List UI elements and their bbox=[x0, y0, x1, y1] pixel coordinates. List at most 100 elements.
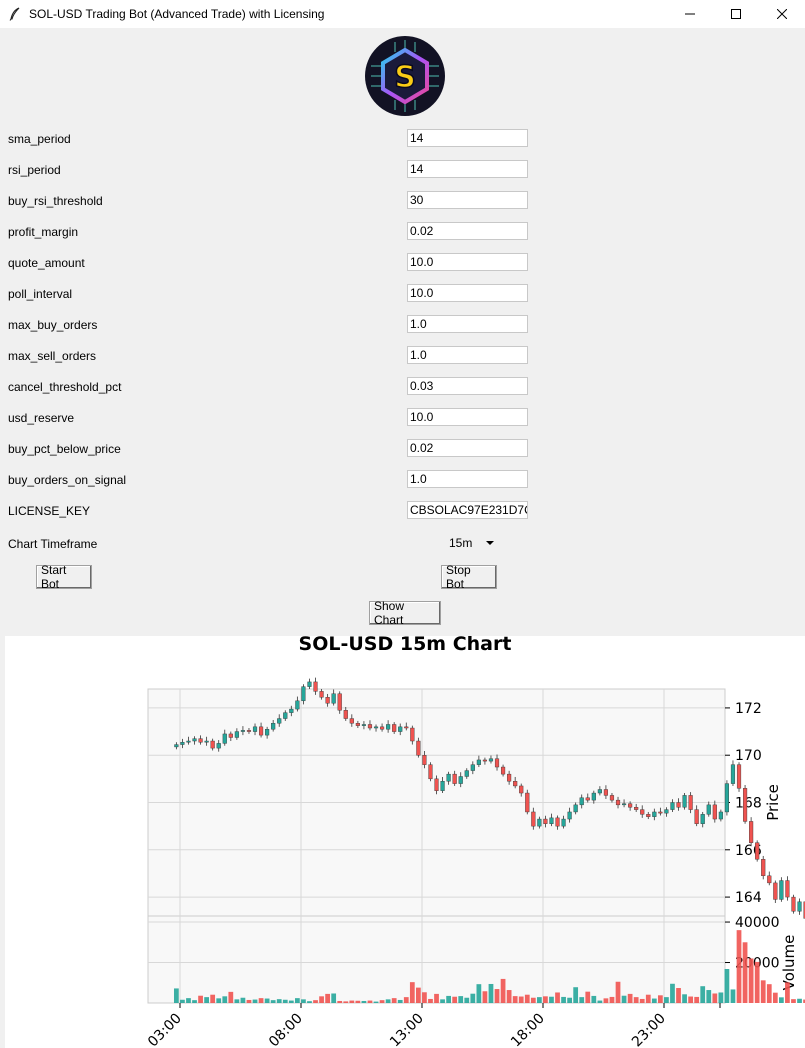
volume-bar bbox=[500, 978, 506, 1003]
input-license-key[interactable]: CBSOLAC97E231D7C14 bbox=[407, 501, 528, 519]
input-usd-reserve[interactable]: 10.0 bbox=[407, 408, 528, 426]
volume-bar bbox=[204, 997, 209, 1003]
volume-bar bbox=[639, 998, 645, 1003]
candle-body bbox=[579, 797, 584, 806]
chart-panel: SOL-USD 15m Chart16416616817017220000400… bbox=[5, 636, 805, 1048]
solana-circuit-logo: S bbox=[365, 36, 445, 116]
candle-body bbox=[658, 811, 663, 814]
volume-bar bbox=[276, 999, 282, 1003]
input-rsi-period[interactable]: 14 bbox=[407, 160, 528, 178]
volume-bar bbox=[597, 1000, 603, 1003]
candle-body bbox=[180, 742, 185, 745]
title-bar[interactable]: SOL-USD Trading Bot (Advanced Trade) wit… bbox=[0, 0, 805, 28]
volume-bar bbox=[785, 982, 790, 1003]
maximize-button[interactable] bbox=[713, 0, 759, 28]
candle-body bbox=[494, 758, 500, 768]
input-max-buy-orders[interactable]: 1.0 bbox=[407, 315, 528, 333]
chart-title: SOL-USD 15m Chart bbox=[299, 636, 512, 655]
volume-bar bbox=[307, 1001, 312, 1003]
start-bot-button[interactable]: Start Bot bbox=[36, 563, 92, 591]
close-icon bbox=[777, 9, 787, 19]
candle-body bbox=[773, 882, 778, 900]
volume-bar bbox=[536, 997, 542, 1003]
candle-body bbox=[724, 783, 729, 813]
candle-body bbox=[277, 718, 282, 724]
volume-bar bbox=[585, 991, 591, 1003]
input-buy-orders-on-signal[interactable]: 1.0 bbox=[407, 470, 528, 488]
timeframe-dropdown[interactable]: 15m bbox=[440, 534, 498, 552]
candle-body bbox=[210, 740, 215, 749]
volume-bar bbox=[561, 996, 566, 1003]
input-profit-margin[interactable]: 0.02 bbox=[407, 222, 528, 240]
volume-bar bbox=[343, 1001, 349, 1003]
volume-bar bbox=[470, 993, 476, 1003]
input-sma-period[interactable]: 14 bbox=[407, 129, 528, 147]
candle-body bbox=[422, 755, 427, 765]
time-tick-label: 08:00 bbox=[266, 1011, 306, 1048]
candle-body bbox=[640, 809, 645, 815]
input-cancel-threshold-pct[interactable]: 0.03 bbox=[407, 377, 528, 395]
candle-body bbox=[307, 681, 312, 687]
label-buy-orders-on-signal: buy_orders_on_signal bbox=[8, 473, 127, 487]
candle-body bbox=[440, 781, 445, 791]
input-buy-rsi-threshold[interactable]: 30 bbox=[407, 191, 528, 209]
candle-body bbox=[313, 681, 318, 692]
volume-bar bbox=[791, 999, 796, 1003]
volume-bar bbox=[294, 998, 300, 1003]
candle-body bbox=[597, 789, 602, 794]
stop-bot-button[interactable]: Stop Bot bbox=[441, 563, 497, 591]
volume-bar bbox=[603, 998, 609, 1003]
price-tick-label: 170 bbox=[735, 748, 762, 764]
candle-body bbox=[543, 818, 548, 824]
volume-bar bbox=[258, 998, 264, 1003]
candle-body bbox=[392, 724, 397, 732]
candle-body bbox=[289, 708, 294, 713]
candle-body bbox=[373, 726, 379, 729]
candle-body bbox=[718, 811, 723, 820]
volume-bar bbox=[228, 991, 234, 1003]
minimize-button[interactable] bbox=[667, 0, 713, 28]
candle-body bbox=[585, 797, 590, 801]
volume-bar bbox=[282, 999, 288, 1003]
candle-body bbox=[398, 726, 403, 732]
input-quote-amount[interactable]: 10.0 bbox=[407, 253, 528, 271]
volume-bar bbox=[736, 930, 742, 1003]
candle-body bbox=[295, 700, 300, 710]
volume-bar bbox=[452, 996, 458, 1003]
show-chart-button[interactable]: Show Chart bbox=[369, 599, 441, 627]
volume-bar bbox=[524, 994, 530, 1003]
candle-body bbox=[216, 743, 221, 749]
input-max-sell-orders[interactable]: 1.0 bbox=[407, 346, 528, 364]
volume-bar bbox=[349, 1000, 355, 1003]
minimize-icon bbox=[685, 13, 695, 15]
candle-body bbox=[240, 730, 245, 732]
logo-letter: S bbox=[394, 60, 416, 95]
candle-body bbox=[252, 726, 258, 732]
input-poll-interval[interactable]: 10.0 bbox=[407, 284, 528, 302]
candle-body bbox=[652, 811, 657, 817]
price-axis-label: Price bbox=[764, 784, 782, 821]
candle-body bbox=[779, 880, 784, 900]
volume-bar bbox=[415, 987, 421, 1003]
maximize-icon bbox=[731, 9, 741, 19]
close-button[interactable] bbox=[759, 0, 805, 28]
candle-body bbox=[573, 804, 578, 813]
volume-bar bbox=[186, 998, 191, 1003]
volume-bar bbox=[772, 992, 778, 1003]
volume-bar bbox=[555, 992, 560, 1003]
candle-body bbox=[567, 811, 572, 820]
candle-body bbox=[670, 802, 675, 810]
label-max-buy-orders: max_buy_orders bbox=[8, 318, 98, 332]
input-buy-pct-below-price[interactable]: 0.02 bbox=[407, 439, 528, 457]
volume-bar bbox=[543, 996, 548, 1003]
candlestick-chart: SOL-USD 15m Chart16416616817017220000400… bbox=[145, 636, 805, 1048]
candle-body bbox=[676, 802, 681, 808]
candle-body bbox=[634, 807, 639, 810]
candle-body bbox=[513, 781, 518, 787]
volume-bar bbox=[579, 997, 585, 1003]
volume-bar bbox=[367, 1000, 373, 1003]
volume-bar bbox=[319, 996, 324, 1003]
candle-body bbox=[519, 785, 524, 794]
volume-bar bbox=[748, 958, 754, 1003]
volume-bar bbox=[222, 996, 228, 1003]
